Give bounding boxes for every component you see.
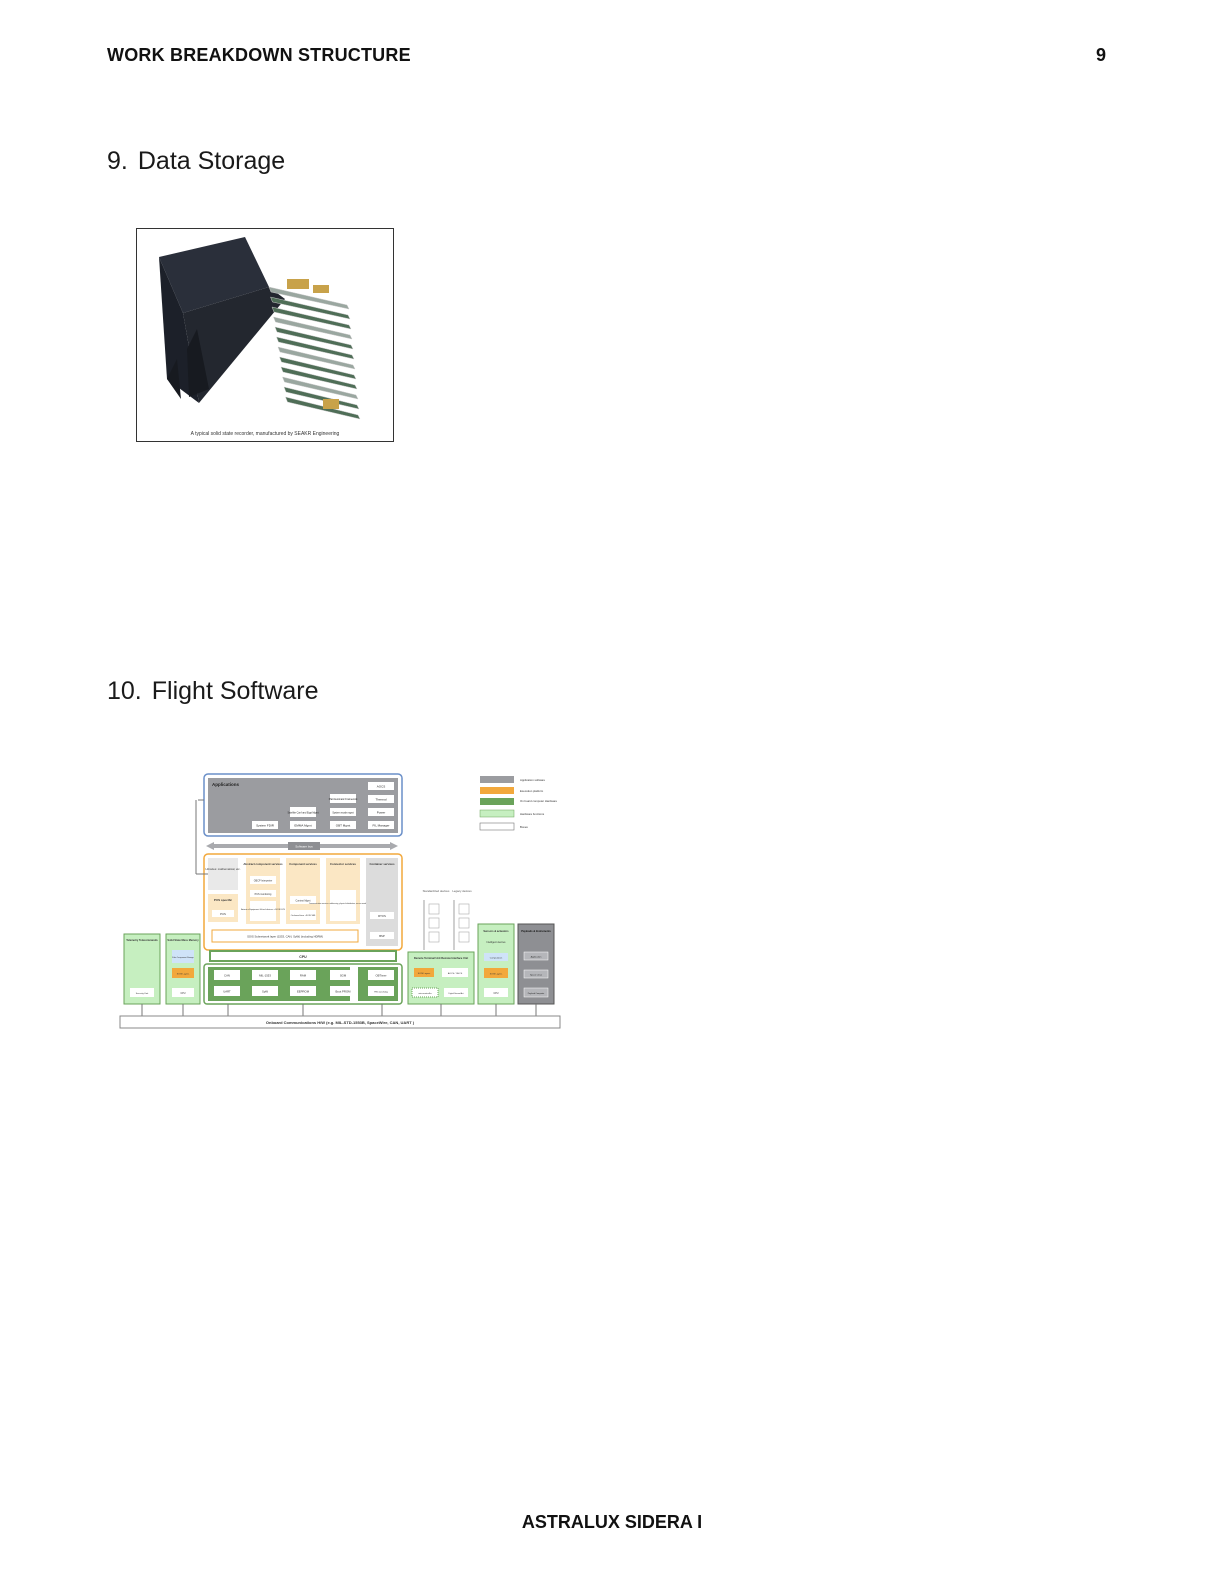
rtos-label: RTOS xyxy=(378,914,386,918)
hw-cell-label: MIL-1553 xyxy=(259,974,271,978)
bsp-label: BSP xyxy=(379,934,385,938)
sensors-sois-label: SOIS Layers xyxy=(490,973,503,976)
space-linux-label: Space Linux xyxy=(530,975,543,977)
section-number: 10. xyxy=(107,677,142,705)
flight-software-architecture-diagram: Applications AOCS Thermal Power FIL Mana… xyxy=(118,770,564,1032)
hw-cell-label: CAN xyxy=(224,974,230,978)
pus-label: PUS xyxy=(220,912,226,916)
digital-sensor-label: Digital Sensor/Act xyxy=(448,992,464,995)
app-aocs: AOCS xyxy=(377,785,386,789)
files-storage-label: Files Component Storage xyxy=(172,956,193,959)
app-thermal: Thermal xyxy=(375,798,386,802)
architecture-svg: Applications AOCS Thermal Power FIL Mana… xyxy=(119,773,561,1029)
app-satellite-conf: Satellite Conf and Eqpt Mgmt xyxy=(287,812,318,815)
payloads-title: Payloads & Instruments xyxy=(521,929,551,933)
hw-cell-label: HW watchdog xyxy=(374,991,388,994)
payload-computer-label: Payload Computer xyxy=(528,992,545,995)
obcp-label: OBCP Interpreter xyxy=(254,880,273,883)
pus-monitoring-label: PUS monitoring xyxy=(255,893,272,896)
running-header: WORK BREAKDOWN STRUCTURE xyxy=(107,45,411,65)
hw-cell-label: SpW xyxy=(262,990,268,994)
applications-title: Applications xyxy=(212,782,239,787)
intelligent-devices-label: Intelligent devices xyxy=(486,941,506,944)
hw-cell-label: SGM xyxy=(340,974,347,978)
libraries-label: Libraries: mathematical, etc. xyxy=(206,867,241,871)
legend-obc-hardware: On board computer Hardware xyxy=(520,799,557,803)
microcontroller-label: microcontroller xyxy=(418,992,431,995)
security-unit-label: Security Unit xyxy=(136,992,149,995)
app-fil-manager: FIL Manager xyxy=(373,824,390,828)
legend-application-software: Application software xyxy=(520,778,545,782)
rtu-title: Remote Terminal Unit Remote Interface Un… xyxy=(414,956,468,960)
software-bus-label: Software bus xyxy=(295,845,313,849)
container-services-label: Container services xyxy=(369,862,394,866)
ssmm-title: Solid State Mass Memory xyxy=(167,938,199,942)
legacy-devices-label: Legacy devices xyxy=(452,889,472,893)
pus-specific-label: PUS specific xyxy=(214,898,233,902)
section-heading-flight-software: 10. Flight Software xyxy=(107,677,319,706)
sensors-cpu-label: CPU xyxy=(493,992,498,995)
onboard-time-label: On-board time +SOIS TAS xyxy=(291,914,316,917)
legend-execution-platform: Execution platform xyxy=(520,789,544,793)
component-services-label: Component services xyxy=(289,862,317,866)
hw-cell-label: RAM xyxy=(300,974,307,978)
document-footer: ASTRALUX SIDERA I xyxy=(521,1512,703,1532)
hw-cell-label: UART xyxy=(223,990,231,994)
sois-subnetwork-label: SOIS Subnetwork layer (1553, CAN, SpW) (… xyxy=(247,935,323,939)
photo-caption: A typical solid state recorder, manufact… xyxy=(191,431,340,437)
legend-hardware-functions: Hardware functions xyxy=(520,812,545,816)
tmtc-title: Telemetry Telecommands xyxy=(126,938,158,942)
app-system-mode: System mode mgmt xyxy=(332,812,354,815)
app-system-fdir: System FDIR xyxy=(256,824,275,828)
section-title: Data Storage xyxy=(137,147,286,175)
section-number: 9. xyxy=(107,147,128,175)
hw-cell-label: OBTimer xyxy=(375,974,386,978)
app-obt-mgmt: OBT Mgmt xyxy=(336,824,351,828)
page-number: 9 xyxy=(1095,45,1106,65)
app-power: Power xyxy=(377,811,386,815)
abstract-services-label: Abstract component services xyxy=(243,862,283,866)
hw-cell-label: EEPROM xyxy=(297,990,310,994)
payload-application-label: Application xyxy=(531,956,542,959)
ssmm-sois-label: SOIS Layers xyxy=(177,973,190,976)
app-emma-mgmt: EMMA Mgmt xyxy=(294,824,311,828)
solid-state-recorder-photo: A typical solid state recorder, manufact… xyxy=(159,237,361,437)
avionics-label: Avionics Equipment Virtual devices +SOIS… xyxy=(241,908,285,911)
hw-cell-label: Boot PROM xyxy=(336,990,352,994)
standardized-devices-label: Standardized devices xyxy=(423,889,450,893)
connector-services-label: Connector services xyxy=(330,862,356,866)
app-platt-framework: Platt Automatic Framework xyxy=(329,798,358,801)
sensors-title: Sensors & actuators xyxy=(483,929,509,933)
legend-boxes: Boxes xyxy=(520,825,528,829)
section-title: Flight Software xyxy=(151,677,319,705)
solid-state-recorder-figure: A typical solid state recorder, manufact… xyxy=(136,228,394,442)
rtu-aocs-label: AOCS / OHCS xyxy=(448,972,463,975)
section-heading-data-storage: 9. Data Storage xyxy=(107,147,285,176)
rtu-sois-label: SOIS Layers xyxy=(418,972,431,975)
computation-label: Computation xyxy=(490,957,503,960)
diagram-legend: Application software Execution platform … xyxy=(479,776,557,831)
onboard-comms-bus-label: Onboard Communications H/W (e.g. MIL-STD… xyxy=(266,1020,415,1025)
ssmm-cpu-label: CPU xyxy=(180,992,185,995)
cpu-label: CPU xyxy=(299,955,307,959)
